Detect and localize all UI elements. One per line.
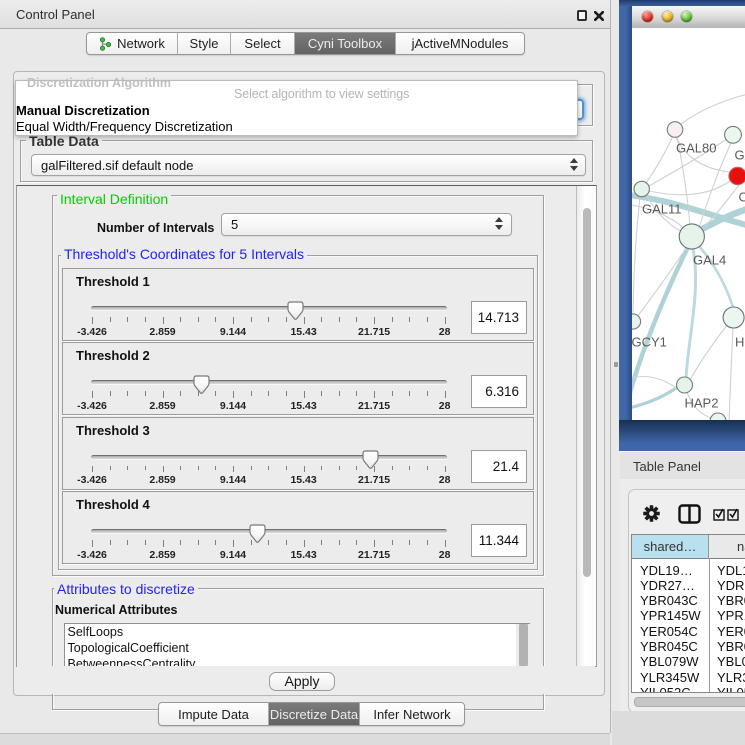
svg-text:GAL11: GAL11 <box>642 202 682 217</box>
svg-text:C: C <box>739 190 745 205</box>
svg-text:GAL80: GAL80 <box>676 141 716 156</box>
svg-text:HAP2: HAP2 <box>685 396 719 411</box>
svg-text:GCY1: GCY1 <box>632 335 667 350</box>
svg-text:GA: GA <box>735 148 745 163</box>
svg-text:GAL4: GAL4 <box>693 253 726 268</box>
svg-text:H: H <box>735 335 744 350</box>
